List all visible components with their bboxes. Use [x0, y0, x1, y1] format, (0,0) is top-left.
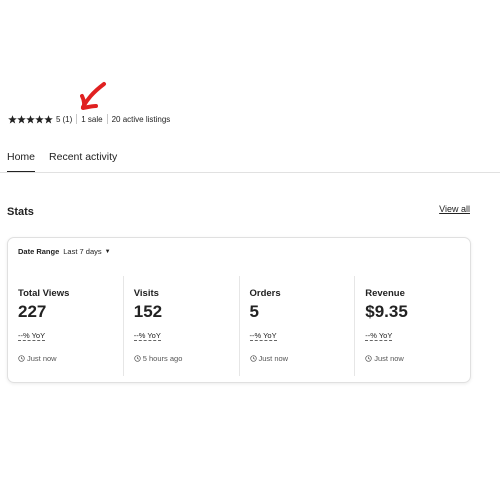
metric-updated-text: Just now: [258, 354, 289, 363]
tab-recent-activity[interactable]: Recent activity: [49, 148, 117, 173]
metric-updated-text: Just now: [374, 354, 404, 363]
caret-down-icon: ▼: [104, 248, 111, 255]
shop-tabs: Home Recent activity: [7, 148, 117, 173]
clock-icon: [18, 355, 25, 362]
star-icon: [26, 114, 35, 123]
metric-revenue[interactable]: Revenue $9.35 --% YoY Just now: [354, 276, 470, 376]
sales-count: 1 sale: [81, 114, 103, 124]
date-range-label: Date Range: [18, 247, 60, 256]
tab-home[interactable]: Home: [7, 148, 36, 173]
shop-meta: 5 (1) 1 sale 20 active listings: [8, 113, 170, 125]
metric-label: Revenue: [365, 288, 405, 299]
metrics-row: Total Views 227 --% YoY Just now Visits …: [8, 276, 470, 376]
clock-icon: [365, 355, 372, 362]
meta-divider: [106, 114, 108, 124]
metric-yoy[interactable]: --% YoY: [18, 331, 46, 341]
rating-stars: [8, 114, 53, 124]
metric-value: 227: [18, 302, 47, 321]
review-count[interactable]: (1): [62, 115, 72, 124]
metric-visits[interactable]: Visits 152 --% YoY 5 hours ago: [122, 276, 239, 376]
star-icon: [35, 114, 44, 123]
metric-label: Orders: [249, 288, 281, 299]
metric-value: $9.35: [365, 302, 408, 321]
star-icon: [44, 114, 53, 123]
metric-yoy[interactable]: --% YoY: [133, 331, 161, 341]
metric-orders[interactable]: Orders 5 --% YoY Just now: [238, 276, 355, 376]
metric-total-views[interactable]: Total Views 227 --% YoY Just now: [8, 276, 123, 376]
metric-label: Total Views: [18, 288, 70, 299]
metric-value: 152: [133, 302, 163, 321]
view-all-link[interactable]: View all: [439, 204, 470, 214]
rating-value: 5: [56, 114, 61, 124]
tabs-divider: [0, 172, 500, 173]
metric-label: Visits: [133, 288, 159, 299]
date-range-value: Last 7 days: [63, 247, 102, 256]
metric-updated-text: 5 hours ago: [142, 354, 183, 363]
metric-yoy[interactable]: --% YoY: [249, 331, 277, 341]
stats-card: Date Range Last 7 days ▼ Total Views 227…: [7, 237, 471, 383]
metric-value: 5: [249, 302, 259, 321]
metric-updated: Just now: [249, 354, 289, 363]
clock-icon: [134, 355, 141, 362]
star-icon: [8, 114, 17, 123]
star-icon: [17, 114, 26, 123]
metric-updated: Just now: [365, 354, 404, 363]
metric-updated: 5 hours ago: [134, 354, 183, 363]
annotation-arrow-icon: [80, 82, 106, 110]
stats-title: Stats: [7, 206, 34, 218]
meta-divider: [76, 114, 78, 124]
metric-yoy[interactable]: --% YoY: [365, 331, 393, 341]
date-range-dropdown[interactable]: Date Range Last 7 days ▼: [18, 247, 111, 256]
metric-updated: Just now: [18, 354, 57, 363]
active-listings[interactable]: 20 active listings: [112, 115, 171, 124]
clock-icon: [249, 355, 257, 362]
metric-updated-text: Just now: [27, 354, 57, 363]
